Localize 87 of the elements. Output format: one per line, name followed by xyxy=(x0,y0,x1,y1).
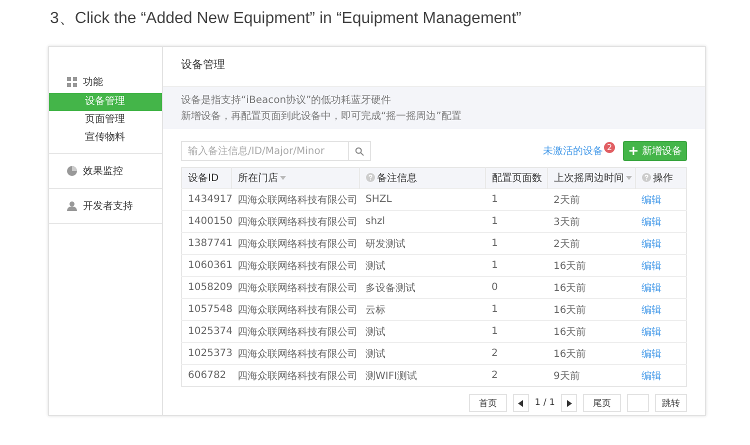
table-cell: 1025373 xyxy=(182,342,232,364)
table-cell: 16天前 xyxy=(548,298,636,320)
search-field[interactable]: 输入备注信息/ID/Major/Minor xyxy=(181,141,371,161)
table-cell: 1057548 xyxy=(182,298,232,320)
help-icon xyxy=(366,173,375,182)
table-cell: 606782 xyxy=(182,364,232,386)
table-cell: 1025374 xyxy=(182,320,232,342)
table-cell: 16天前 xyxy=(548,276,636,298)
search-icon xyxy=(355,146,364,156)
table-cell: 1 xyxy=(486,188,548,210)
table-cell: 四海众联网络科技有限公司 xyxy=(232,254,360,276)
table-cell: 16天前 xyxy=(548,320,636,342)
table-cell: 1058209 xyxy=(182,276,232,298)
table-cell: 四海众联网络科技有限公司 xyxy=(232,232,360,254)
edit-link[interactable]: 编辑 xyxy=(642,238,662,250)
add-device-button[interactable]: + 新增设备 xyxy=(623,141,687,161)
table-cell: 1434917 xyxy=(182,188,232,210)
table-cell: 1 xyxy=(486,254,548,276)
column-header: 备注信息 xyxy=(377,172,417,185)
person-icon xyxy=(67,201,77,211)
column-header: 上次摇周边时间 xyxy=(554,172,624,185)
table-cell: 研发测试 xyxy=(360,232,486,254)
table-cell: 2 xyxy=(486,364,548,386)
table-cell: 1 xyxy=(486,232,548,254)
table-cell: 四海众联网络科技有限公司 xyxy=(232,342,360,364)
edit-link[interactable]: 编辑 xyxy=(642,260,662,272)
instruction-heading: 3、Click the “Added New Equipment” in “Equipment Management” xyxy=(50,9,522,28)
next-page-button[interactable] xyxy=(561,394,577,412)
column-header: 配置页面数 xyxy=(492,172,542,185)
table-cell: 1060361 xyxy=(182,254,232,276)
sidebar-section-label: 功能 xyxy=(83,76,103,89)
table-cell: 测试 xyxy=(360,320,486,342)
table-cell: 1400150 xyxy=(182,210,232,232)
sidebar-item[interactable]: 页面管理 xyxy=(49,111,162,129)
grid-icon xyxy=(67,77,77,87)
table-cell: 四海众联网络科技有限公司 xyxy=(232,188,360,210)
table-cell: 16天前 xyxy=(548,342,636,364)
page-number-field[interactable] xyxy=(627,394,649,412)
table-cell: 多设备测试 xyxy=(360,276,486,298)
table-cell: 2天前 xyxy=(548,232,636,254)
table-cell: 1387741 xyxy=(182,232,232,254)
table-cell: 16天前 xyxy=(548,254,636,276)
table-cell: 测试 xyxy=(360,342,486,364)
count-badge: 2 xyxy=(604,142,615,152)
sidebar-item[interactable]: 宣传物料 xyxy=(49,129,162,147)
table-cell: 2天前 xyxy=(548,188,636,210)
sidebar-section-label: 效果监控 xyxy=(83,165,123,178)
table-cell: 四海众联网络科技有限公司 xyxy=(232,298,360,320)
column-header: 所在门店 xyxy=(238,172,278,185)
info-text: 设备是指支持“iBeacon协议”的低功耗蓝牙硬件 xyxy=(181,94,392,107)
table-cell: 0 xyxy=(486,276,548,298)
table-cell: 四海众联网络科技有限公司 xyxy=(232,364,360,386)
edit-link[interactable]: 编辑 xyxy=(642,370,662,382)
edit-link[interactable]: 编辑 xyxy=(642,216,662,228)
table-cell: 四海众联网络科技有限公司 xyxy=(232,276,360,298)
table-cell: 测WIFI测试 xyxy=(360,364,486,386)
table-cell: 1 xyxy=(486,210,548,232)
table-cell: 云标 xyxy=(360,298,486,320)
table-cell: 2 xyxy=(486,342,548,364)
table-cell: 测试 xyxy=(360,254,486,276)
table-cell: 四海众联网络科技有限公司 xyxy=(232,320,360,342)
table-cell: 四海众联网络科技有限公司 xyxy=(232,210,360,232)
first-page-button[interactable]: 首页 xyxy=(468,394,507,412)
info-text: 新增设备，再配置页面到此设备中，即可完成“摇一摇周边”配置 xyxy=(181,110,462,123)
jump-button[interactable]: 跳转 xyxy=(655,394,687,412)
edit-link[interactable]: 编辑 xyxy=(642,348,662,360)
pie-chart-icon xyxy=(67,166,77,176)
table-cell: 1 xyxy=(486,298,548,320)
table-cell: 3天前 xyxy=(548,210,636,232)
table-cell: shzl xyxy=(360,210,486,232)
table-cell: 1 xyxy=(486,320,548,342)
edit-link[interactable]: 编辑 xyxy=(642,194,662,206)
sidebar-item[interactable]: 设备管理 xyxy=(49,93,162,111)
table-cell: 9天前 xyxy=(548,364,636,386)
edit-link[interactable]: 编辑 xyxy=(642,326,662,338)
page-indicator: 1 / 1 xyxy=(534,398,555,408)
sidebar-section-label: 开发者支持 xyxy=(83,200,133,213)
last-page-button[interactable]: 尾页 xyxy=(583,394,621,412)
left-triangle-icon xyxy=(518,400,524,406)
column-header: 设备ID xyxy=(188,172,219,185)
table-cell: SHZL xyxy=(360,188,486,210)
edit-link[interactable]: 编辑 xyxy=(642,304,662,316)
previous-page-button[interactable] xyxy=(512,394,529,412)
column-header: 操作 xyxy=(653,172,673,185)
right-triangle-icon xyxy=(566,400,572,406)
edit-link[interactable]: 编辑 xyxy=(642,282,662,294)
help-icon xyxy=(642,173,651,182)
